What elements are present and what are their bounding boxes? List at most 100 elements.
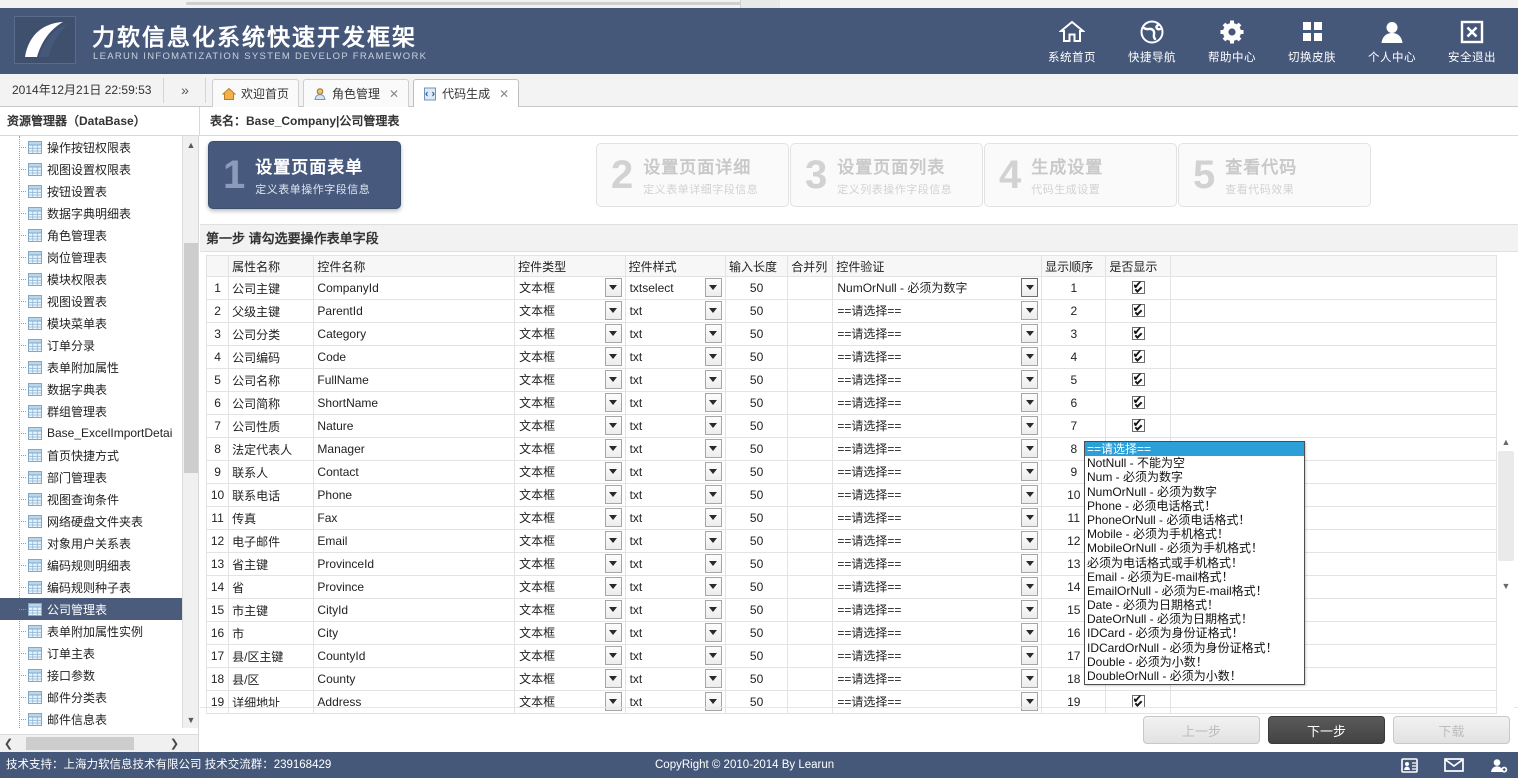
is-shown-cell[interactable] [1105, 391, 1171, 415]
control-style-select[interactable]: txt [624, 644, 726, 668]
control-style-select[interactable]: txt [624, 575, 726, 599]
header-action-skin[interactable]: 切换皮肤 [1272, 12, 1352, 70]
tree-item[interactable]: 数据字典表 [0, 378, 183, 400]
tree-item[interactable]: 表单附加属性实例 [0, 620, 183, 642]
chevron-down-icon[interactable] [1021, 553, 1039, 573]
table-row[interactable]: 4 公司编码 Code 文本框 txt 50 ==请选择== 4 [206, 345, 1498, 369]
control-type-select[interactable]: 文本框 [514, 575, 626, 599]
scrollbar-thumb[interactable] [184, 243, 198, 473]
dropdown-option[interactable]: ==请选择== [1085, 442, 1304, 457]
tab-code-generate[interactable]: 代码生成 ✕ [413, 79, 520, 107]
validate-select[interactable]: ==请选择== [832, 644, 1043, 668]
merge-col-cell[interactable] [787, 667, 834, 691]
tree-item[interactable]: 视图设置权限表 [0, 158, 183, 180]
prev-step-button[interactable]: 上一步 [1143, 716, 1260, 744]
dropdown-option[interactable]: 必须为电话格式或手机格式！ [1085, 556, 1304, 570]
chevron-down-icon[interactable] [1021, 323, 1039, 343]
tree-item[interactable]: 表单附加属性 [0, 356, 183, 378]
chevron-down-icon[interactable] [604, 438, 622, 458]
chevron-down-icon[interactable] [604, 645, 622, 665]
tree-item[interactable]: 订单主表 [0, 642, 183, 664]
chevron-double-right-icon[interactable]: » [172, 74, 198, 106]
show-checkbox[interactable] [1131, 417, 1145, 432]
control-type-select[interactable]: 文本框 [514, 552, 626, 576]
merge-col-cell[interactable] [787, 621, 834, 645]
chevron-down-icon[interactable] [704, 277, 722, 297]
is-shown-cell[interactable] [1105, 276, 1171, 300]
dropdown-option[interactable]: NotNull - 不能为空 [1085, 456, 1304, 470]
chevron-down-icon[interactable] [604, 530, 622, 550]
chevron-down-icon[interactable] [1021, 392, 1039, 412]
control-type-select[interactable]: 文本框 [514, 690, 626, 714]
chevron-down-icon[interactable] [604, 415, 622, 435]
dropdown-option[interactable]: MobileOrNull - 必须为手机格式！ [1085, 541, 1304, 555]
scroll-right-icon[interactable]: ❯ [166, 735, 183, 752]
scroll-down-icon[interactable]: ▼ [1498, 577, 1514, 594]
validate-select[interactable]: ==请选择== [832, 552, 1043, 576]
validate-select[interactable]: ==请选择== [832, 598, 1043, 622]
validate-select[interactable]: ==请选择== [832, 460, 1043, 484]
control-style-select[interactable]: txt [624, 345, 726, 369]
chevron-down-icon[interactable] [604, 668, 622, 688]
show-checkbox[interactable] [1131, 279, 1145, 294]
chevron-down-icon[interactable] [604, 323, 622, 343]
chevron-down-icon[interactable] [704, 346, 722, 366]
control-name-cell[interactable]: Nature [313, 414, 516, 438]
chevron-down-icon[interactable] [704, 599, 722, 619]
merge-col-cell[interactable] [787, 299, 834, 323]
input-length-cell[interactable]: 50 [724, 690, 789, 714]
show-checkbox[interactable] [1131, 394, 1145, 409]
control-style-select[interactable]: txt [624, 621, 726, 645]
tree-item[interactable]: 部门管理表 [0, 466, 183, 488]
chevron-down-icon[interactable] [604, 346, 622, 366]
show-checkbox[interactable] [1131, 302, 1145, 317]
chevron-down-icon[interactable] [704, 645, 722, 665]
is-shown-cell[interactable] [1105, 322, 1171, 346]
control-style-select[interactable]: txt [624, 690, 726, 714]
show-checkbox[interactable] [1131, 325, 1145, 340]
chevron-down-icon[interactable] [704, 392, 722, 412]
chevron-down-icon[interactable] [704, 530, 722, 550]
chevron-down-icon[interactable] [1021, 668, 1039, 688]
chevron-down-icon[interactable] [604, 622, 622, 642]
control-type-select[interactable]: 文本框 [514, 322, 626, 346]
tab-welcome[interactable]: 欢迎首页 [212, 79, 300, 107]
control-name-cell[interactable]: Fax [313, 506, 516, 530]
control-style-select[interactable]: txt [624, 552, 726, 576]
chevron-down-icon[interactable] [1021, 645, 1039, 665]
control-type-select[interactable]: 文本框 [514, 667, 626, 691]
chevron-down-icon[interactable] [1021, 576, 1039, 596]
input-length-cell[interactable]: 50 [724, 598, 789, 622]
dropdown-option[interactable]: Phone - 必须电话格式！ [1085, 499, 1304, 513]
tree-item[interactable]: 视图设置表 [0, 290, 183, 312]
control-style-select[interactable]: txt [624, 414, 726, 438]
wizard-step-5[interactable]: 5 查看代码 查看代码效果 [1178, 143, 1371, 207]
control-type-select[interactable]: 文本框 [514, 391, 626, 415]
close-icon[interactable]: ✕ [389, 87, 399, 101]
control-name-cell[interactable]: Code [313, 345, 516, 369]
control-type-select[interactable]: 文本框 [514, 345, 626, 369]
display-order-cell[interactable]: 1 [1041, 276, 1107, 300]
chevron-down-icon[interactable] [704, 622, 722, 642]
table-row[interactable]: 3 公司分类 Category 文本框 txt 50 ==请选择== 3 [206, 322, 1498, 346]
input-length-cell[interactable]: 50 [724, 667, 789, 691]
table-row[interactable]: 1 公司主键 CompanyId 文本框 txtselect 50 NumOrNull - … [206, 276, 1498, 300]
input-length-cell[interactable]: 50 [724, 483, 789, 507]
chevron-down-icon[interactable] [1021, 277, 1039, 297]
input-length-cell[interactable]: 50 [724, 621, 789, 645]
chevron-down-icon[interactable] [704, 461, 722, 481]
chevron-down-icon[interactable] [1021, 622, 1039, 642]
chevron-down-icon[interactable] [1021, 507, 1039, 527]
dropdown-option[interactable]: Date - 必须为日期格式！ [1085, 598, 1304, 612]
input-length-cell[interactable]: 50 [724, 575, 789, 599]
chevron-down-icon[interactable] [1021, 599, 1039, 619]
input-length-cell[interactable]: 50 [724, 506, 789, 530]
chevron-down-icon[interactable] [1021, 369, 1039, 389]
chevron-down-icon[interactable] [604, 300, 622, 320]
input-length-cell[interactable]: 50 [724, 644, 789, 668]
tree-item[interactable]: 模块菜单表 [0, 312, 183, 334]
is-shown-cell[interactable] [1105, 368, 1171, 392]
validate-select[interactable]: ==请选择== [832, 667, 1043, 691]
control-type-select[interactable]: 文本框 [514, 276, 626, 300]
chevron-down-icon[interactable] [704, 576, 722, 596]
